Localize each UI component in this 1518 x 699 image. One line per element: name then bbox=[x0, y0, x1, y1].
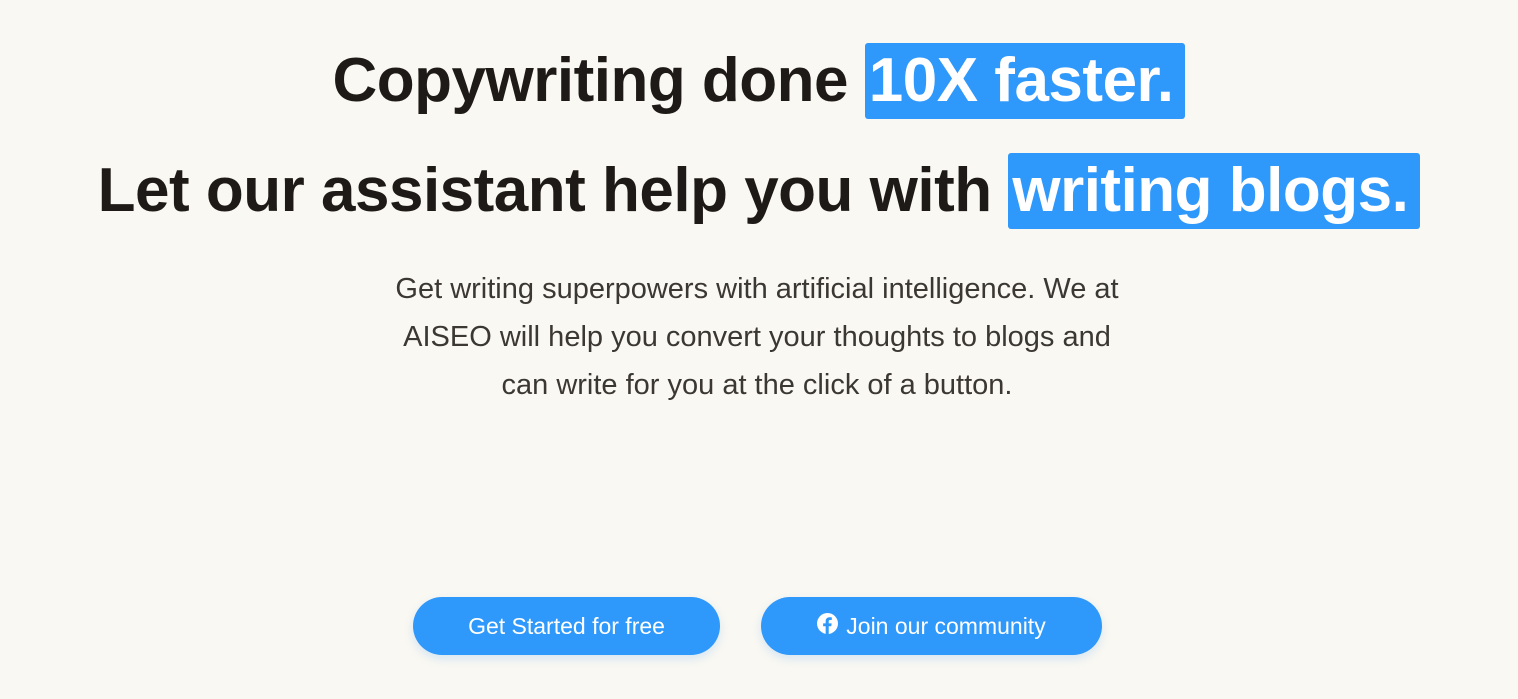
headline-line-1: Copywriting done 10X faster. bbox=[0, 43, 1518, 119]
hero-description: Get writing superpowers with artificial … bbox=[395, 273, 1119, 401]
headline-line-1-highlight: 10X faster. bbox=[864, 43, 1186, 119]
get-started-button[interactable]: Get Started for free bbox=[413, 597, 720, 655]
join-community-button[interactable]: Join our community bbox=[761, 597, 1102, 655]
join-community-label: Join our community bbox=[846, 612, 1046, 639]
hero-section: Copywriting done 10X faster. Let our ass… bbox=[0, 0, 1518, 699]
headline-line-2: Let our assistant help you with writing … bbox=[0, 153, 1518, 229]
facebook-icon bbox=[817, 612, 839, 634]
headline-line-2-highlight: writing blogs. bbox=[1008, 153, 1421, 229]
get-started-label: Get Started for free bbox=[468, 612, 665, 639]
headline-line-1-text: Copywriting done bbox=[332, 46, 865, 115]
headline-line-2-text: Let our assistant help you with bbox=[97, 156, 1009, 225]
